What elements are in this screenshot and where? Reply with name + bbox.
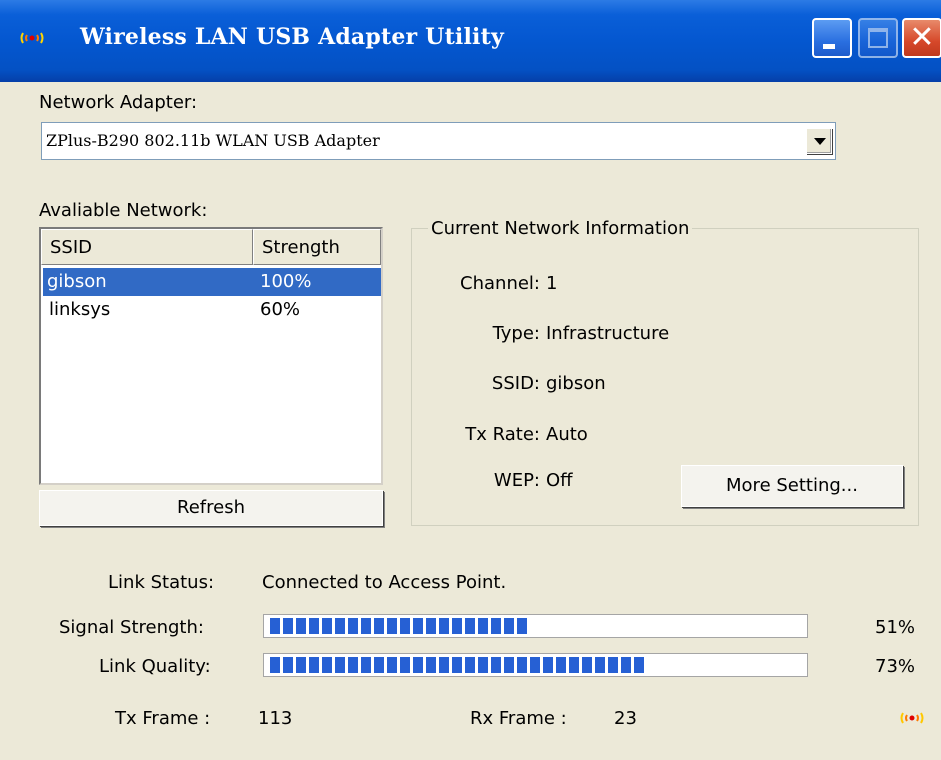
channel-label: Channel: [460, 273, 540, 294]
maximize-button[interactable] [858, 18, 898, 58]
signal-strength-percent: 51% [875, 617, 916, 638]
signal-strength-bar [263, 614, 808, 638]
signal-strength-label: Signal Strength: [59, 617, 204, 638]
strength-cell: 60% [260, 299, 301, 320]
minimize-button[interactable] [812, 18, 852, 58]
ssid-cell: linksys [49, 299, 111, 320]
dropdown-button[interactable] [806, 128, 832, 154]
wireless-status-icon [900, 712, 924, 724]
chevron-down-icon [814, 138, 826, 145]
network-list[interactable]: SSID Strength gibson 100% linksys 60% [39, 227, 383, 485]
ssid-value: gibson [546, 373, 606, 394]
link-status-value: Connected to Access Point. [262, 572, 507, 593]
list-item[interactable]: gibson 100% [43, 268, 381, 296]
close-button[interactable]: ✕ [902, 18, 941, 58]
adapter-label: Network Adapter: [39, 92, 198, 113]
column-header-ssid[interactable]: SSID [41, 229, 253, 265]
type-value: Infrastructure [546, 323, 670, 344]
more-setting-button[interactable]: More Setting... [681, 465, 903, 507]
channel-value: 1 [546, 273, 558, 294]
column-header-strength[interactable]: Strength [253, 229, 381, 265]
available-network-label: Avaliable Network: [39, 200, 208, 221]
link-quality-percent: 73% [875, 656, 916, 677]
wep-value: Off [546, 470, 573, 491]
link-status-label: Link Status: [108, 572, 215, 593]
rx-frame-value: 23 [614, 708, 637, 729]
app-window: Wireless LAN USB Adapter Utility ✕ Netwo… [0, 0, 941, 760]
signal-strength-fill [270, 618, 527, 634]
ssid-label: SSID: [491, 373, 540, 394]
column-header-ssid-label: SSID [50, 237, 93, 258]
current-network-legend: Current Network Information [428, 218, 693, 239]
rx-frame-label: Rx Frame : [470, 708, 567, 729]
ssid-cell: gibson [47, 271, 107, 292]
link-quality-fill [270, 657, 644, 673]
refresh-button[interactable]: Refresh [39, 490, 383, 526]
type-label: Type: [492, 323, 540, 344]
column-header-strength-label: Strength [262, 237, 340, 258]
tx-rate-label: Tx Rate: [465, 424, 540, 445]
wep-label: WEP: [493, 470, 540, 491]
link-quality-label: Link Quality: [99, 656, 211, 677]
wireless-antenna-icon [20, 32, 44, 44]
tx-frame-label: Tx Frame : [115, 708, 211, 729]
adapter-select-value: ZPlus-B290 802.11b WLAN USB Adapter [46, 131, 380, 150]
tx-frame-value: 113 [258, 708, 293, 729]
tx-rate-value: Auto [546, 424, 588, 445]
window-title: Wireless LAN USB Adapter Utility [80, 24, 504, 50]
list-item[interactable]: linksys 60% [43, 296, 381, 324]
link-quality-bar [263, 653, 808, 677]
maximize-icon [868, 28, 888, 48]
title-bar[interactable]: Wireless LAN USB Adapter Utility ✕ [0, 0, 941, 82]
minimize-icon [823, 44, 835, 49]
adapter-select[interactable]: ZPlus-B290 802.11b WLAN USB Adapter [41, 122, 836, 160]
close-icon: ✕ [909, 20, 935, 55]
strength-cell: 100% [260, 271, 312, 292]
